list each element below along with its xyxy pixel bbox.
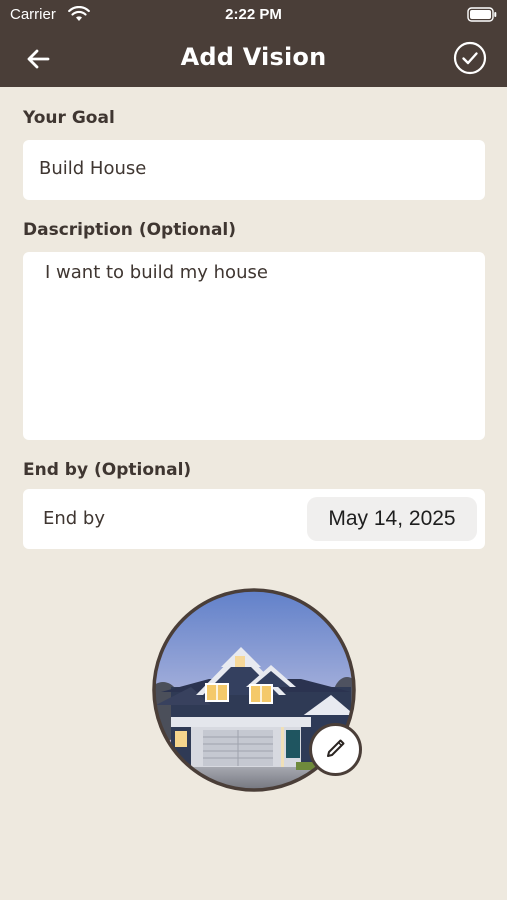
end-by-row: End by May 14, 2025	[23, 489, 485, 549]
end-by-label: End by (Optional)	[23, 460, 192, 480]
pencil-icon	[324, 736, 348, 764]
goal-label: Your Goal	[23, 108, 115, 128]
goal-input[interactable]: Build House	[23, 140, 485, 200]
navigation-bar: Add Vision	[0, 30, 507, 87]
goal-input-value: Build House	[39, 158, 147, 179]
edit-photo-button[interactable]	[309, 723, 362, 776]
page-title: Add Vision	[180, 43, 327, 71]
battery-icon	[467, 7, 497, 27]
description-textarea[interactable]: I want to build my house	[23, 252, 485, 440]
date-picker-button[interactable]: May 14, 2025	[307, 497, 477, 541]
end-by-row-label: End by	[43, 508, 106, 529]
status-bar: Carrier 2:22 PM	[0, 0, 507, 30]
check-circle-icon[interactable]	[453, 41, 487, 75]
status-time: 2:22 PM	[225, 6, 282, 23]
description-label: Dascription (Optional)	[23, 220, 237, 240]
description-value: I want to build my house	[45, 262, 268, 283]
